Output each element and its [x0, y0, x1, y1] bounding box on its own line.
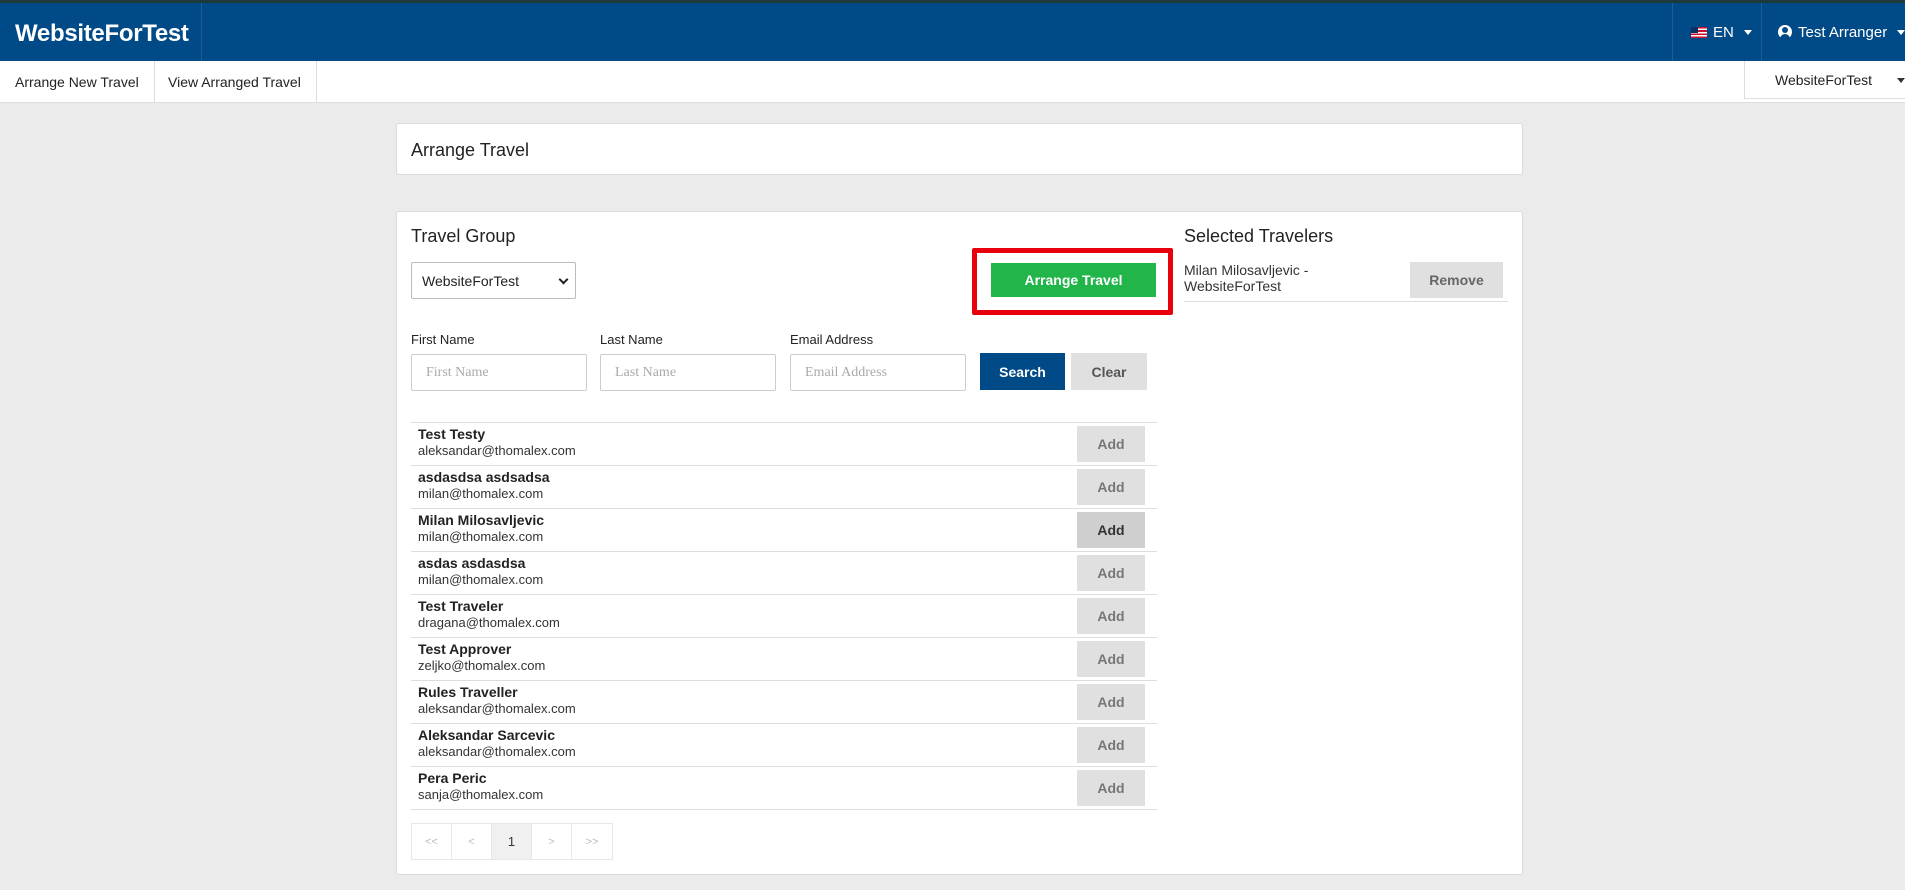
list-item: Milan Milosavljevic milan@thomalex.com A… — [411, 509, 1157, 552]
search-button[interactable]: Search — [980, 353, 1065, 390]
add-traveler-button[interactable]: Add — [1077, 727, 1145, 763]
travelers-list: Test Testy aleksandar@thomalex.com Add a… — [411, 422, 1157, 810]
list-item: Pera Peric sanja@thomalex.com Add — [411, 767, 1157, 810]
travel-group-value: WebsiteForTest — [422, 272, 519, 289]
language-selector[interactable]: EN — [1672, 3, 1770, 61]
traveler-name: Test Traveler — [418, 598, 504, 614]
email-input[interactable] — [790, 354, 966, 391]
list-item: asdas asdasdsa milan@thomalex.com Add — [411, 552, 1157, 595]
selected-travelers-title: Selected Travelers — [1184, 226, 1334, 246]
traveler-name: Aleksandar Sarcevic — [418, 727, 555, 743]
chevron-down-icon — [558, 274, 569, 285]
chevron-down-icon — [1897, 78, 1905, 83]
traveler-name: asdasdsa asdsadsa — [418, 469, 550, 485]
traveler-email: sanja@thomalex.com — [418, 787, 544, 802]
add-traveler-button[interactable]: Add — [1077, 469, 1145, 505]
traveler-email: milan@thomalex.com — [418, 486, 544, 501]
selected-traveler-name: Milan Milosavljevic - WebsiteForTest — [1184, 262, 1309, 294]
list-item: Test Traveler dragana@thomalex.com Add — [411, 595, 1157, 638]
add-traveler-button[interactable]: Add — [1077, 426, 1145, 462]
traveler-email: zeljko@thomalex.com — [418, 658, 546, 673]
pagination: << < 1 > >> — [411, 823, 613, 860]
organization-selector[interactable]: WebsiteForTest — [1744, 61, 1905, 99]
top-header-bar: WebsiteForTest EN Test Arranger — [0, 0, 1905, 61]
traveler-email: aleksandar@thomalex.com — [418, 744, 576, 759]
user-menu[interactable]: Test Arranger — [1761, 3, 1905, 61]
pagination-last[interactable]: >> — [572, 824, 612, 859]
traveler-email: milan@thomalex.com — [418, 572, 544, 587]
first-name-label: First Name — [411, 332, 475, 347]
traveler-email: aleksandar@thomalex.com — [418, 701, 576, 716]
last-name-label: Last Name — [600, 332, 663, 347]
traveler-email: milan@thomalex.com — [418, 529, 544, 544]
traveler-name: Rules Traveller — [418, 684, 518, 700]
language-label: EN — [1713, 23, 1734, 41]
email-label: Email Address — [790, 332, 874, 347]
user-circle-icon — [1778, 25, 1792, 39]
list-item: Aleksandar Sarcevic aleksandar@thomalex.… — [411, 724, 1157, 767]
us-flag-icon — [1691, 26, 1707, 38]
nav-arrange-new-travel[interactable]: Arrange New Travel — [0, 61, 155, 102]
traveler-name: Milan Milosavljevic — [418, 512, 545, 528]
brand-divider — [201, 3, 202, 61]
traveler-name: asdas asdasdsa — [418, 555, 526, 571]
list-item: Test Approver zeljko@thomalex.com Add — [411, 638, 1157, 681]
first-name-input[interactable] — [411, 354, 587, 391]
pagination-page-current[interactable]: 1 — [492, 824, 532, 859]
pagination-first[interactable]: << — [412, 824, 452, 859]
add-traveler-button[interactable]: Add — [1077, 555, 1145, 591]
pagination-prev[interactable]: < — [452, 824, 492, 859]
pagination-next[interactable]: > — [532, 824, 572, 859]
user-name: Test Arranger — [1798, 23, 1888, 41]
add-traveler-button[interactable]: Add — [1077, 684, 1145, 720]
remove-traveler-button[interactable]: Remove — [1410, 262, 1503, 298]
list-item: Rules Traveller aleksandar@thomalex.com … — [411, 681, 1157, 724]
clear-button[interactable]: Clear — [1071, 353, 1147, 390]
add-traveler-button[interactable]: Add — [1077, 598, 1145, 634]
arrange-travel-button[interactable]: Arrange Travel — [991, 263, 1156, 297]
traveler-name: Pera Peric — [418, 770, 487, 786]
last-name-input[interactable] — [600, 354, 776, 391]
nav-view-arranged-travel[interactable]: View Arranged Travel — [153, 61, 317, 102]
traveler-name: Test Approver — [418, 641, 512, 657]
brand-logo[interactable]: WebsiteForTest — [15, 20, 189, 48]
list-item: asdasdsa asdsadsa milan@thomalex.com Add — [411, 466, 1157, 509]
add-traveler-button[interactable]: Add — [1077, 770, 1145, 806]
travel-group-select[interactable]: WebsiteForTest — [411, 262, 576, 299]
page-title-card: Arrange Travel — [396, 123, 1523, 175]
traveler-name: Test Testy — [418, 426, 486, 442]
list-item: Test Testy aleksandar@thomalex.com Add — [411, 423, 1157, 466]
sub-navigation: Arrange New Travel View Arranged Travel — [0, 61, 1905, 103]
selected-traveler-row: Milan Milosavljevic - WebsiteForTest Rem… — [1184, 258, 1508, 302]
traveler-email: dragana@thomalex.com — [418, 615, 560, 630]
traveler-email: aleksandar@thomalex.com — [418, 443, 576, 458]
add-traveler-button[interactable]: Add — [1077, 512, 1145, 548]
add-traveler-button[interactable]: Add — [1077, 641, 1145, 677]
page-title: Arrange Travel — [411, 140, 530, 160]
travel-group-title: Travel Group — [411, 226, 516, 246]
chevron-down-icon — [1743, 29, 1752, 35]
organization-label: WebsiteForTest — [1775, 71, 1872, 88]
chevron-down-icon — [1897, 29, 1905, 35]
